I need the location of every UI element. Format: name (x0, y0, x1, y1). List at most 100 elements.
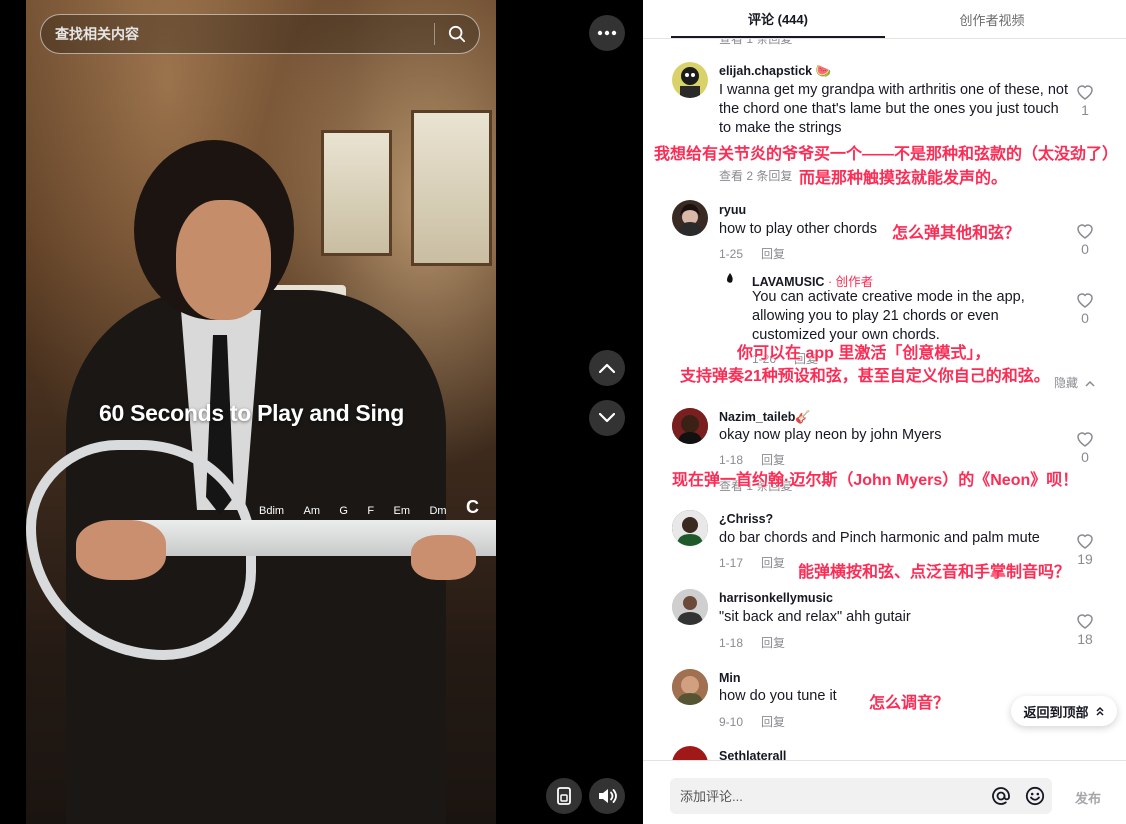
comment-box (670, 778, 1052, 814)
comment-date: 1-18 (719, 636, 744, 650)
volume-button[interactable] (589, 778, 625, 814)
person-hand (411, 535, 476, 580)
comment-text: okay now play neon by john Myers (719, 427, 942, 443)
heart-icon (1077, 614, 1093, 629)
comment-text: do bar chords and Pinch harmonic and pal… (719, 530, 1040, 546)
emoji-icon (1025, 786, 1045, 806)
person-face (176, 200, 271, 320)
reply-button[interactable]: 回复 (761, 636, 785, 650)
avatar[interactable] (672, 62, 708, 98)
previous-video-button[interactable] (589, 350, 625, 386)
clip-icon (557, 787, 571, 805)
comment-input-bar: 发布 (643, 760, 1126, 824)
annotation: 能弹横按和弦、点泛音和手掌制音吗？ (798, 564, 1071, 581)
comment-meta: 9-10 回复 (719, 713, 785, 730)
comment-date: 1-25 (719, 247, 744, 261)
avatar[interactable] (723, 271, 737, 285)
chord-label: Bdim (259, 505, 285, 517)
annotation: 现在弹一首约翰·迈尔斯（John Myers）的《Neon》呗！ (672, 472, 1079, 489)
comment-username[interactable]: ¿Chriss? (719, 512, 773, 526)
background-window (321, 130, 392, 256)
clip-button[interactable] (546, 778, 582, 814)
comment-date: 9-10 (719, 715, 744, 729)
comment-meta: 1-25 回复 (719, 245, 785, 262)
comment-username[interactable]: harrisonkellymusic (719, 591, 833, 605)
view-replies-link[interactable]: 查看 2 条回复 (719, 167, 792, 184)
annotation: 而是那种触摸弦就能发声的。 (799, 170, 1008, 187)
heart-icon (1077, 85, 1093, 100)
chevron-down-icon (599, 413, 615, 423)
comment-username[interactable]: Min (719, 671, 741, 685)
comment-meta: 1-18 回复 (719, 634, 785, 651)
comment-meta: 1-17 回复 (719, 554, 785, 571)
mention-button[interactable] (984, 786, 1018, 806)
comment-text: how do you tune it (719, 688, 837, 704)
comment-date: 1-17 (719, 556, 744, 570)
double-chevron-up-icon (1095, 706, 1104, 716)
creator-badge: · 创作者 (827, 275, 874, 289)
chord-labels: Bdim Am G F Em Dm C (259, 497, 479, 518)
heart-icon (1077, 534, 1093, 549)
like-button[interactable]: 18 (1073, 613, 1097, 647)
at-icon (992, 787, 1010, 805)
search-button[interactable] (435, 14, 479, 54)
hide-label: 隐藏 (1054, 376, 1079, 390)
chord-label: F (367, 505, 375, 517)
annotation: 怎么调音？ (869, 695, 950, 712)
avatar[interactable] (672, 510, 708, 546)
search-bar (40, 14, 480, 54)
chord-label-active: C (466, 497, 479, 517)
video-panel: 60 Seconds to Play and Sing Bdim Am G F … (0, 0, 643, 824)
comment-text: I wanna get my grandpa with arthritis on… (719, 82, 1069, 136)
like-count: 0 (1081, 310, 1089, 326)
chord-label: Am (303, 505, 320, 517)
more-horizontal-icon (597, 30, 617, 36)
tab-creator-videos[interactable]: 创作者视频 (885, 0, 1099, 38)
more-options-button[interactable] (589, 15, 625, 51)
reply-button[interactable]: 回复 (761, 247, 785, 261)
person-hand (76, 520, 166, 580)
avatar[interactable] (672, 200, 708, 236)
heart-icon (1077, 432, 1093, 447)
back-to-top-button[interactable]: 返回到顶部 (1011, 696, 1117, 726)
back-to-top-label: 返回到顶部 (1023, 704, 1089, 720)
annotation: 怎么弹其他和弦？ (892, 225, 1021, 242)
avatar[interactable] (672, 669, 708, 705)
post-button[interactable]: 发布 (1075, 788, 1101, 807)
hide-replies-button[interactable]: 隐藏 (1054, 374, 1095, 391)
like-count: 0 (1081, 241, 1089, 257)
chord-label: Dm (429, 505, 447, 517)
comment-username[interactable]: Nazim_taileb🎸 (719, 410, 811, 425)
comment-date: 1-18 (719, 453, 744, 467)
like-count: 18 (1077, 631, 1093, 647)
avatar[interactable] (672, 589, 708, 625)
like-count: 19 (1077, 551, 1093, 567)
annotation: 我想给有关节炎的爷爷买一个——不是那种和弦款的（太没劲了） (654, 146, 1119, 163)
comment-username[interactable]: elijah.chapstick 🍉 (719, 64, 831, 79)
chevron-up-icon (1085, 380, 1095, 387)
like-button[interactable]: 0 (1073, 223, 1097, 257)
like-button[interactable]: 19 (1073, 533, 1097, 567)
like-button[interactable]: 0 (1073, 431, 1097, 465)
tab-comments[interactable]: 评论 (444) (671, 0, 885, 38)
next-video-button[interactable] (589, 400, 625, 436)
volume-icon (599, 789, 617, 803)
comment-text: "sit back and relax" ahh gutair (719, 609, 911, 625)
comment-username[interactable]: ryuu (719, 203, 746, 217)
reply-button[interactable]: 回复 (761, 715, 785, 729)
heart-icon (1077, 224, 1093, 239)
search-icon (448, 25, 466, 43)
comment-input[interactable] (670, 787, 984, 805)
reply-button[interactable]: 回复 (761, 556, 785, 570)
avatar[interactable] (672, 408, 708, 444)
emoji-button[interactable] (1018, 786, 1052, 806)
like-button[interactable]: 1 (1073, 84, 1097, 118)
video-overlay-title: 60 Seconds to Play and Sing (99, 400, 405, 426)
background-window (411, 110, 492, 266)
like-button[interactable]: 0 (1073, 292, 1097, 326)
video-player[interactable]: 60 Seconds to Play and Sing Bdim Am G F … (26, 0, 496, 824)
annotation: 支持弹奏21种预设和弦，甚至自定义你自己的和弦。 (680, 368, 1050, 385)
reply-button[interactable]: 回复 (761, 453, 785, 467)
comment-text: how to play other chords (719, 221, 877, 237)
search-input[interactable] (41, 25, 434, 43)
